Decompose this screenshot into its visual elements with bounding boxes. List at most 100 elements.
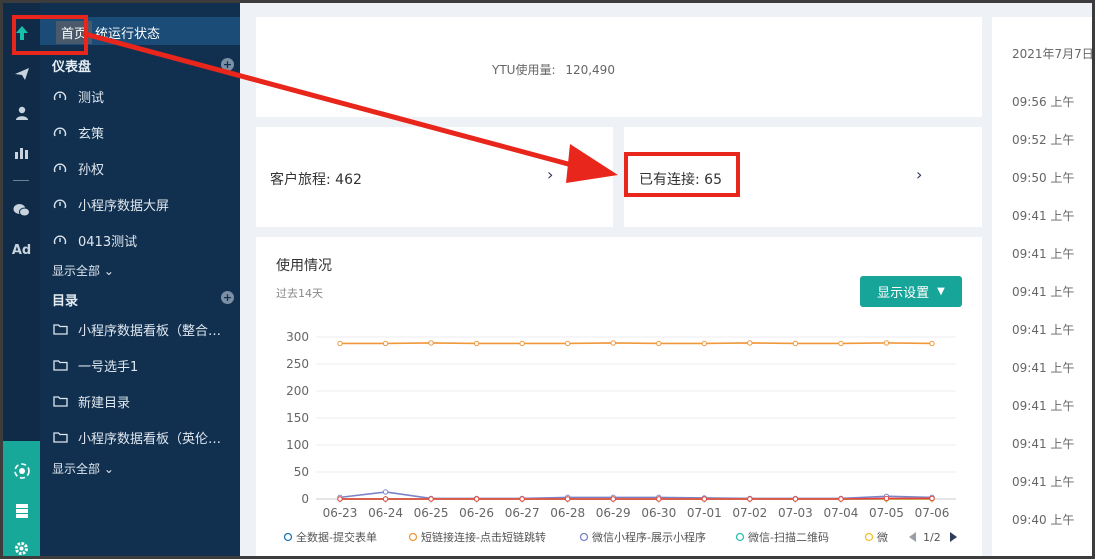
user-icon[interactable] — [3, 98, 40, 128]
data-point — [428, 496, 434, 502]
ytu-usage-card: YTU使用量: 120,490 — [256, 17, 982, 117]
data-point — [519, 496, 525, 502]
x-tick-label: 06-25 — [414, 506, 449, 520]
ytu-value: 120,490 — [565, 63, 615, 77]
log-time: 09:41 上午 — [1012, 209, 1075, 223]
gauge-icon — [52, 233, 68, 247]
add-catalog-button[interactable]: + — [221, 291, 234, 304]
log-time: 09:41 上午 — [1012, 399, 1075, 413]
chevron-right-icon: › — [547, 165, 554, 184]
data-point — [610, 340, 616, 346]
x-tick-label: 06-30 — [641, 506, 676, 520]
ytu-label: YTU使用量: — [492, 63, 556, 77]
data-point — [838, 340, 844, 347]
sidebar-item-dashboard[interactable]: 小程序数据大屏 — [52, 192, 237, 216]
sidebar: 首页 统运行状态 仪表盘 + 测试 玄策 孙权 小程序数据大屏 0413测试 显… — [40, 3, 240, 556]
folder-icon — [52, 395, 68, 407]
data-point — [701, 496, 708, 502]
journey-card[interactable]: 客户旅程: 462 › — [256, 127, 613, 227]
sidebar-item-dashboard[interactable]: 孙权 — [52, 156, 237, 180]
data-point — [337, 496, 343, 502]
data-point — [428, 340, 434, 346]
log-time: 09:40 上午 — [1012, 513, 1075, 527]
data-point — [564, 496, 571, 502]
x-tick-label: 06-27 — [505, 506, 540, 520]
legend-label: 微信小程序-展示小程序 — [592, 530, 706, 544]
data-point — [838, 496, 844, 502]
show-all-catalogs[interactable]: 显示全部 ⌄ — [52, 460, 114, 477]
send-icon[interactable] — [3, 59, 40, 89]
annotation-highlight-connections — [624, 152, 740, 197]
show-all-dashboards[interactable]: 显示全部 ⌄ — [52, 262, 114, 279]
sidebar-item-label: 新建目录 — [78, 395, 131, 411]
activity-log-card: 2021年7月7日 09:56 上午 09:52 上午 09:50 上午 09:41 … — [992, 17, 1092, 556]
sidebar-item-label: 一号选手1 — [78, 359, 139, 375]
y-tick-label: 0 — [301, 492, 309, 506]
bar-chart-icon[interactable] — [3, 138, 40, 168]
x-tick-label: 07-01 — [687, 506, 722, 520]
data-point — [792, 496, 799, 502]
folder-icon — [52, 431, 68, 443]
log-time: 09:50 上午 — [1012, 171, 1075, 185]
gauge-icon — [52, 89, 68, 103]
catalog-section-title: 目录 — [52, 294, 79, 309]
y-tick-label: 300 — [286, 330, 309, 344]
annotation-highlight-home — [12, 15, 88, 55]
data-point — [473, 496, 480, 502]
x-tick-label: 06-24 — [368, 506, 403, 520]
data-point — [929, 340, 935, 347]
dashboard-section-title: 仪表盘 — [52, 60, 92, 75]
y-tick-label: 250 — [286, 357, 309, 371]
legend-label: 全数据-提交表单 — [296, 530, 377, 544]
sidebar-item-folder[interactable]: 一号选手1 — [52, 353, 237, 377]
hub-icon[interactable] — [3, 456, 40, 486]
chevron-right-icon: › — [916, 165, 923, 184]
sidebar-item-dashboard[interactable]: 玄策 — [52, 120, 237, 144]
gauge-icon — [52, 197, 68, 211]
wechat-icon[interactable] — [3, 195, 40, 225]
sidebar-item-label: 测试 — [78, 90, 105, 106]
sidebar-item-folder[interactable]: 小程序数据看板（整合… — [52, 317, 237, 341]
usage-line-chart: 0 50 100 150 200 250 300 06-23 06-24 06-25 06-26 06… — [283, 330, 957, 544]
data-point — [792, 340, 799, 347]
sidebar-item-label: 小程序数据大屏 — [78, 198, 170, 214]
y-tick-label: 100 — [286, 438, 309, 452]
gauge-icon — [52, 125, 68, 139]
legend-label: 微 — [877, 530, 888, 544]
data-point — [519, 340, 525, 347]
sidebar-item-folder[interactable]: 小程序数据看板（英伦… — [52, 425, 237, 449]
data-point — [473, 340, 480, 347]
x-tick-label: 06-23 — [323, 506, 358, 520]
usage-chart-card: 使用情况 过去14天 显示设置 ▼ 0 50 100 150 200 250 300 06-2… — [256, 237, 982, 556]
log-time: 09:41 上午 — [1012, 361, 1075, 375]
data-point — [564, 340, 571, 347]
legend-marker — [735, 532, 745, 542]
legend-marker — [579, 532, 589, 542]
ad-icon[interactable]: Ad — [3, 235, 40, 265]
data-point — [337, 340, 343, 347]
data-point — [747, 340, 753, 346]
legend-label: 微信-扫描二维码 — [748, 530, 829, 544]
data-point — [656, 496, 662, 502]
data-point — [382, 489, 389, 495]
add-dashboard-button[interactable]: + — [221, 58, 234, 71]
ytu-usage-text: YTU使用量: 120,490 — [492, 61, 615, 78]
show-all-label: 显示全部 — [52, 264, 101, 278]
log-time: 09:52 上午 — [1012, 133, 1075, 147]
log-date: 2021年7月7日 — [1012, 47, 1092, 61]
data-point — [656, 340, 662, 347]
folder-icon — [52, 359, 68, 371]
x-tick-label: 07-02 — [732, 506, 767, 520]
sidebar-item-folder[interactable]: 新建目录 — [52, 389, 237, 413]
sidebar-item-dashboard[interactable]: 测试 — [52, 84, 237, 108]
gauge-icon — [52, 161, 68, 175]
database-icon[interactable] — [3, 496, 40, 526]
x-tick-label: 07-05 — [869, 506, 904, 520]
app-window: Ad 首页 统运行状态 仪表盘 + 测试 玄策 孙权 小程序数据大屏 0413测… — [3, 3, 1092, 556]
show-all-label: 显示全部 — [52, 462, 101, 476]
x-tick-label: 06-28 — [550, 506, 585, 520]
log-time: 09:41 上午 — [1012, 475, 1075, 489]
gear-icon[interactable] — [3, 533, 40, 556]
sidebar-item-dashboard[interactable]: 0413测试 — [52, 228, 237, 252]
x-tick-label: 07-06 — [915, 506, 950, 520]
